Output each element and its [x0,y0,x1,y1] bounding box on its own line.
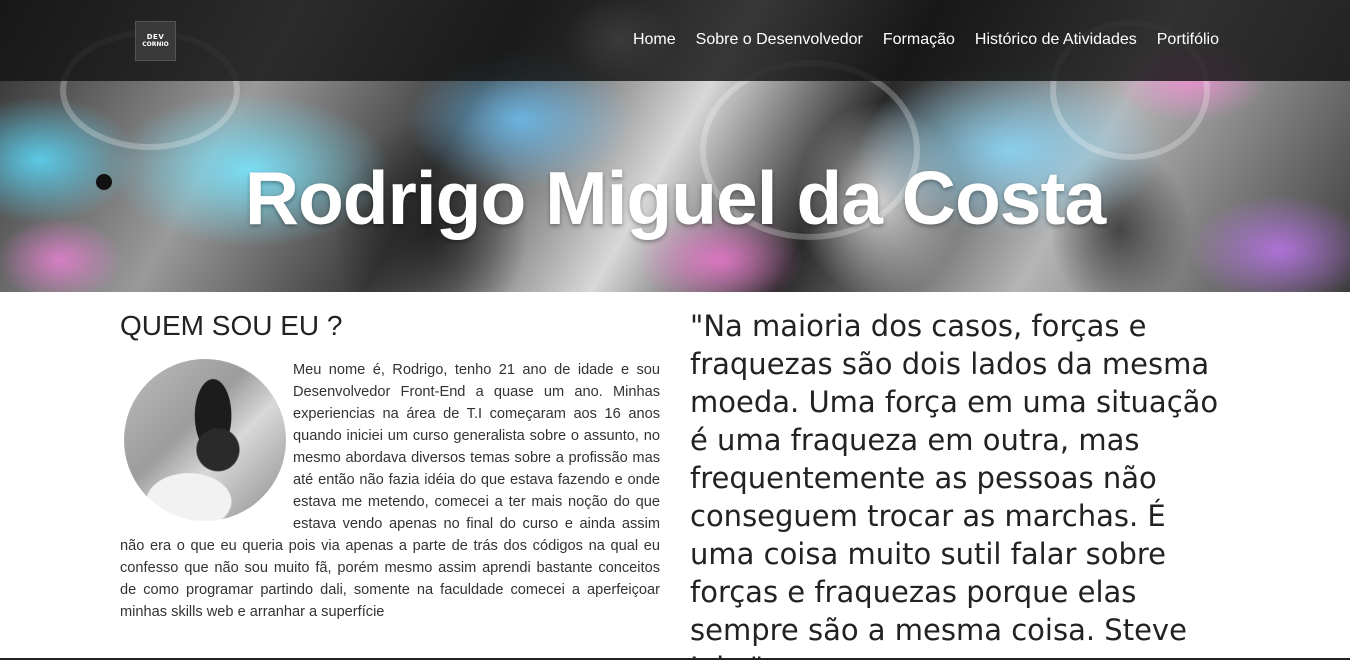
nav-link-historico[interactable]: Histórico de Atividades [975,30,1137,50]
main-nav: Home Sobre o Desenvolvedor Formação Hist… [633,30,1219,50]
logo-text-top: DEV [146,33,165,41]
about-heading: QUEM SOU EU ? [120,310,343,341]
nav-link-home[interactable]: Home [633,30,676,50]
quote-text: "Na maioria dos casos, forças e fraqueza… [690,309,1219,660]
logo-text-bottom: CORNIO [142,41,169,48]
nav-link-formacao[interactable]: Formação [883,30,955,50]
profile-photo [124,359,286,521]
hero-banner: DEV CORNIO Home Sobre o Desenvolvedor Fo… [0,0,1350,292]
nav-link-portifolio[interactable]: Portifólio [1157,30,1219,50]
about-section: QUEM SOU EU ? Meu nome é, Rodrigo, tenho… [120,310,660,623]
nav-link-sobre[interactable]: Sobre o Desenvolvedor [696,30,863,50]
site-logo[interactable]: DEV CORNIO [135,21,176,61]
hero-title: Rodrigo Miguel da Costa [244,156,1106,240]
navbar: DEV CORNIO Home Sobre o Desenvolvedor Fo… [0,0,1350,81]
